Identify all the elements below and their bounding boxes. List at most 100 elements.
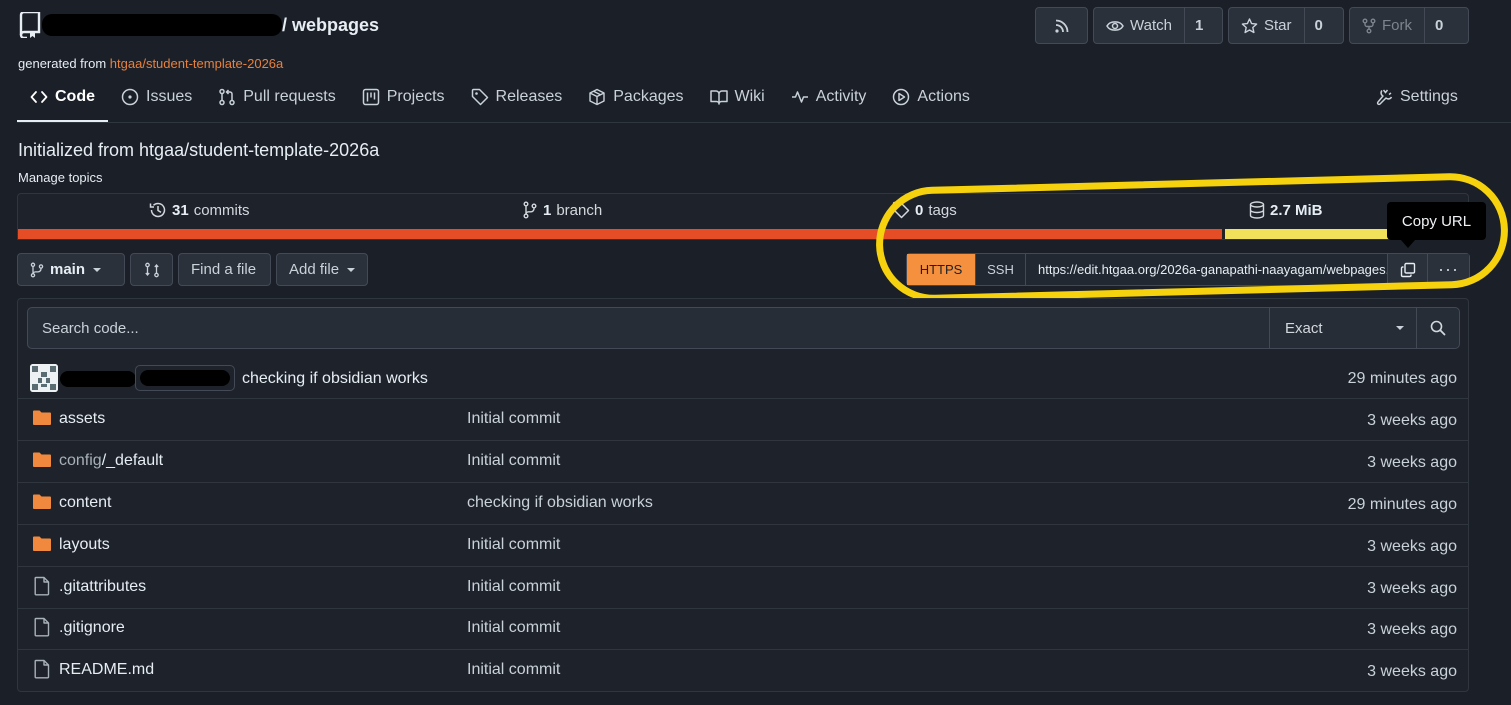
tab-projects[interactable]: Projects [349,82,458,122]
branches-link[interactable]: 1 branch [522,201,602,219]
branch-count: 1 [543,201,552,219]
tab-issues[interactable]: Issues [108,82,205,122]
file-row[interactable] [18,650,1468,692]
file-name-prefix: config [59,452,102,469]
find-file-button[interactable]: Find a file [178,253,271,286]
book-icon [709,88,728,106]
file-row[interactable] [18,567,1468,609]
file-commit-time[interactable]: 3 weeks ago [1367,580,1457,598]
file-commit-message[interactable]: Initial commit [467,661,560,679]
tab-actions[interactable]: Actions [879,82,982,122]
code-search: Search code... Exact [27,307,1460,349]
branch-label: branch [556,201,603,219]
search-input[interactable]: Search code... [28,308,1269,348]
file-commit-time[interactable]: 29 minutes ago [1348,496,1457,514]
pulse-icon [791,88,809,106]
tab-wiki[interactable]: Wiki [697,82,778,122]
file-commit-message[interactable]: Initial commit [467,452,560,470]
rss-icon [1054,18,1070,34]
file-row[interactable] [18,441,1468,483]
rss-button[interactable] [1035,7,1088,44]
file-name[interactable]: config/_default [59,452,163,470]
history-icon [149,201,167,219]
file-icon [32,617,52,637]
manage-topics-link[interactable]: Manage topics [18,170,103,185]
template-link[interactable]: htgaa/student-template-2026a [110,56,283,71]
file-name-main: assets [59,410,106,427]
latest-commit-time[interactable]: 29 minutes ago [1348,370,1457,388]
tab-code[interactable]: Code [17,82,108,122]
tab-pull-requests[interactable]: Pull requests [205,82,349,122]
fork-count[interactable]: 0 [1424,8,1453,43]
search-mode-select[interactable]: Exact [1269,308,1416,348]
file-name-main: .gitattributes [59,578,147,595]
size-value: 2.7 MiB [1270,201,1323,219]
add-file-button[interactable]: Add file [276,253,368,286]
file-name[interactable]: .gitignore [59,619,125,637]
repo-name[interactable]: / webpages [282,15,379,36]
file-name[interactable]: README.md [59,661,154,679]
https-tab[interactable]: HTTPS [907,254,975,285]
clone-url-group: HTTPS SSH https://edit.htgaa.org/2026a-g… [906,253,1470,286]
latest-commit-message[interactable]: checking if obsidian works [242,370,428,388]
search-button[interactable] [1416,308,1459,348]
star-label: Star [1264,17,1292,34]
tab-activity[interactable]: Activity [778,82,880,122]
branch-name: main [50,261,86,278]
repo-description: Initialized from htgaa/student-template-… [18,140,380,160]
copy-url-button[interactable] [1387,254,1427,285]
file-row[interactable] [18,608,1468,650]
avatar[interactable] [30,364,58,392]
tag-icon [471,88,489,106]
repo-size: 2.7 MiB [1249,201,1323,219]
fork-button[interactable]: Fork 0 [1349,7,1469,44]
file-commit-time[interactable]: 3 weeks ago [1367,663,1457,681]
file-row[interactable] [18,399,1468,441]
watch-count[interactable]: 1 [1183,8,1213,43]
more-options-button[interactable]: ··· [1427,254,1469,285]
compare-button[interactable] [130,253,173,286]
tab-settings[interactable]: Settings [1362,82,1471,122]
tab-label: Projects [386,88,445,105]
search-icon [1430,320,1446,336]
file-commit-message[interactable]: checking if obsidian works [467,494,653,512]
language-bar-primary[interactable] [18,229,1222,239]
watch-button[interactable]: Watch 1 [1093,7,1223,44]
redacted-author [60,371,136,387]
eye-icon [1106,18,1124,34]
tags-link[interactable]: 0 tags [892,201,957,219]
star-button[interactable]: Star 0 [1228,7,1344,44]
file-name[interactable]: assets [59,410,105,428]
file-name-main: layouts [59,536,110,553]
file-name[interactable]: .gitattributes [59,578,146,596]
tab-packages[interactable]: Packages [575,82,696,122]
tab-releases[interactable]: Releases [458,82,576,122]
file-commit-message[interactable]: Initial commit [467,619,560,637]
pull-request-icon [218,88,236,106]
file-name-main: content [59,494,112,511]
file-commit-message[interactable]: Initial commit [467,578,560,596]
file-commit-message[interactable]: Initial commit [467,410,560,428]
file-row[interactable] [18,525,1468,567]
tab-label: Code [55,88,95,105]
database-icon [1249,201,1265,219]
file-commit-time[interactable]: 3 weeks ago [1367,454,1457,472]
clone-url-input[interactable]: https://edit.htgaa.org/2026a-ganapathi-n… [1025,254,1387,285]
file-commit-time[interactable]: 3 weeks ago [1367,621,1457,639]
file-name-main: README.md [59,661,155,678]
commits-link[interactable]: 31 commits [149,201,250,219]
file-commit-time[interactable]: 3 weeks ago [1367,538,1457,556]
file-commit-message[interactable]: Initial commit [467,536,560,554]
wrench-icon [1375,88,1393,106]
ssh-tab[interactable]: SSH [975,254,1025,285]
branch-select-button[interactable]: main [17,253,125,286]
file-row[interactable] [18,483,1468,525]
repo-nav: Code Issues Pull requests Projects Relea… [17,82,983,122]
star-count[interactable]: 0 [1303,8,1333,43]
file-commit-time[interactable]: 3 weeks ago [1367,412,1457,430]
file-name[interactable]: content [59,494,111,512]
file-icon [32,576,52,596]
tab-label: Settings [1400,88,1458,105]
chevron-down-icon [347,267,356,272]
file-name[interactable]: layouts [59,536,110,554]
